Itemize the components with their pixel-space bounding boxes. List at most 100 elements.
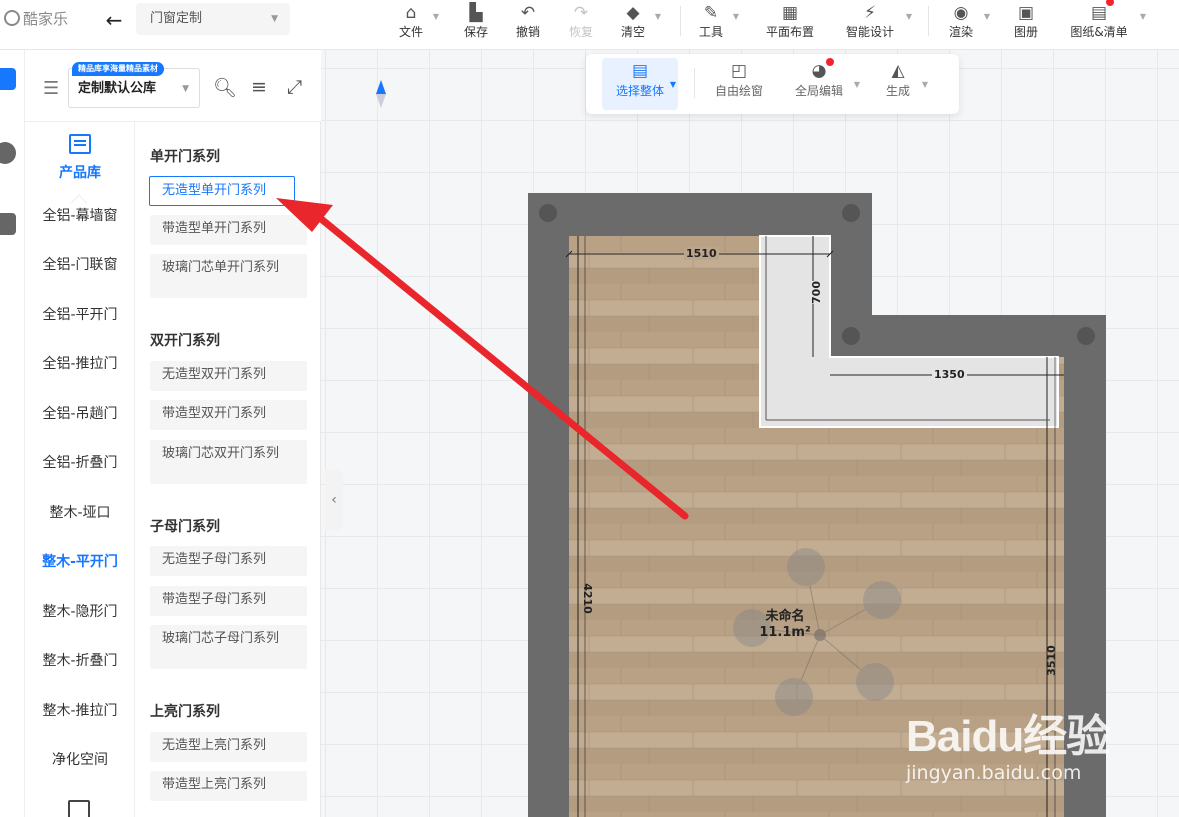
dimension-label[interactable]: 1350 [932,368,967,381]
dimension-label[interactable]: 4210 [581,583,594,614]
series-item-selected[interactable]: 无造型单开门系列 [149,176,295,206]
toolbar-smart-design[interactable]: ⚡ 智能设计 ▼ [840,0,912,46]
dimension-label[interactable]: 3510 [1045,645,1058,676]
top-toolbar: 酷家乐 ← 门窗定制 ▼ ⌂ 文件 ▼ ▙ 保存 ↶ 撤销 ↷ 恢复 ◆ 清空 ▼ ✎ 工具 ▼ ▦… [0,0,1179,50]
category-item[interactable]: 整木-垭口 [25,503,135,523]
category-item[interactable]: 整木-折叠门 [25,651,135,671]
collapse-panel-button[interactable]: ‹ [325,470,343,530]
toolbar-divider [928,6,929,36]
category-item[interactable]: 全铝-幕墙窗 [25,206,135,226]
compass-icon[interactable] [376,80,386,114]
free-draw-window-button[interactable]: ◰ 自由绘窗 [708,58,770,110]
chevron-down-icon: ▼ [983,12,990,21]
chevron-down-icon: ▼ [921,80,928,89]
room-label[interactable]: 未命名 11.1m² [750,609,820,641]
cube-icon[interactable] [0,68,16,90]
series-item[interactable]: 玻璃门芯单开门系列 [150,254,307,298]
toolbar-label: 图纸&清单 [1070,25,1128,39]
series-item[interactable]: 玻璃门芯子母门系列 [150,625,307,669]
chevron-down-icon: ▼ [1139,12,1146,21]
sort-icon[interactable]: ≡ [251,76,267,98]
toolbar-label: 工具 [698,25,723,39]
category-item[interactable]: 全铝-推拉门 [25,354,135,374]
chevron-down-icon: ▼ [905,12,912,21]
camera-icon: ◉ [953,3,969,23]
group-title: 子母门系列 [150,519,220,535]
toolbar-label: 平面布置 [765,25,814,39]
list-menu-icon[interactable]: ☰ [43,78,59,99]
room-area: 11.1m² [759,625,811,640]
app-window: 酷家乐 ← 门窗定制 ▼ ⌂ 文件 ▼ ▙ 保存 ↶ 撤销 ↷ 恢复 ◆ 清空 ▼ ✎ 工具 ▼ ▦… [0,0,1179,817]
category-item[interactable]: 整木-隐形门 [25,602,135,622]
dimension-label[interactable]: 700 [809,281,823,304]
library-select-value: 定制默认公库 [78,81,157,96]
app-logo[interactable]: 酷家乐 [0,8,88,30]
toolbar-divider [694,68,695,98]
image-icon: ▣ [1017,3,1035,23]
notification-dot [826,58,834,66]
dimension-label[interactable]: 1510 [684,247,719,260]
toolbar-undo[interactable]: ↶ 撤销 [512,0,544,46]
canvas-tool-label: 生成 [885,84,910,98]
group-title: 双开门系列 [150,333,220,349]
toolbar-save[interactable]: ▙ 保存 [460,0,492,46]
mode-select[interactable]: 门窗定制 ▼ [136,3,290,35]
toolbar-tools[interactable]: ✎ 工具 ▼ [695,0,739,46]
series-item[interactable]: 无造型双开门系列 [150,361,307,391]
series-list: 单开门系列 无造型单开门系列 带造型单开门系列 玻璃门芯单开门系列 双开门系列 … [136,122,321,817]
toolbar-label: 恢复 [568,25,593,39]
lightning-icon: ⚡ [864,3,876,23]
toolbar-floor-layout[interactable]: ▦ 平面布置 [760,0,820,46]
global-edit-button[interactable]: ◕ 全局编辑 ▼ [788,58,860,110]
user-icon[interactable] [0,142,16,164]
category-item[interactable]: 整木-推拉门 [25,701,135,721]
series-item[interactable]: 无造型上亮门系列 [150,732,307,762]
generate-button[interactable]: ◭ 生成 ▼ [878,58,928,110]
design-canvas[interactable]: ▤ 选择整体 ▼ ◰ 自由绘窗 ◕ 全局编辑 ▼ ◭ 生成 ▼ [321,50,1179,817]
search-icon[interactable]: 🔍︎ [213,76,237,99]
series-item[interactable]: 带造型子母门系列 [150,586,307,616]
category-item[interactable]: 净化空间 [25,750,135,770]
expand-icon[interactable]: ⤢ [287,76,302,98]
toolbar-divider [680,6,681,36]
category-item-active[interactable]: 整木-平开门 [25,552,135,572]
building-icon[interactable] [0,213,16,235]
room-name: 未命名 [765,609,805,624]
chevron-down-icon: ▼ [669,80,676,89]
series-item[interactable]: 带造型上亮门系列 [150,771,307,801]
category-item[interactable]: 全铝-吊趟门 [25,404,135,424]
global-edit-icon: ◕ [811,61,827,81]
panel-header: ☰ 定制默认公库 ▼ 精品库享海量精品素材 🔍︎ ≡ ⤢ [25,50,321,122]
group-title: 上亮门系列 [150,704,220,720]
toolbar-label: 保存 [463,25,488,39]
mode-select-value: 门窗定制 [150,11,203,26]
category-item[interactable]: 全铝-门联窗 [25,255,135,275]
drawing-icon: ▤ [1090,3,1108,23]
series-item[interactable]: 无造型子母门系列 [150,546,307,576]
undo-icon: ↶ [520,3,536,23]
home-icon: ⌂ [405,3,417,23]
toolbar-render[interactable]: ◉ 渲染 ▼ [944,0,990,46]
toolbar-clear[interactable]: ◆ 清空 ▼ [617,0,661,46]
wrench-icon: ✎ [703,3,719,23]
logo-icon [4,10,20,26]
select-whole-button[interactable]: ▤ 选择整体 ▼ [602,58,678,110]
series-item[interactable]: 玻璃门芯双开门系列 [150,440,307,484]
toolbar-album[interactable]: ▣ 图册 [1010,0,1042,46]
back-arrow-icon[interactable]: ← [100,7,128,33]
premium-library-badge[interactable]: 精品库享海量精品素材 [72,62,164,76]
category-item[interactable]: 全铝-折叠门 [25,453,135,473]
window-frame-icon[interactable] [68,800,90,817]
toolbar-file[interactable]: ⌂ 文件 ▼ [395,0,439,46]
left-icon-rail [0,50,25,817]
series-item[interactable]: 带造型单开门系列 [150,215,307,245]
canvas-tool-label: 全局编辑 [794,84,843,98]
chevron-down-icon: ▼ [182,84,189,94]
tab-label: 产品库 [59,165,101,181]
toolbar-drawings-list[interactable]: ▤ 图纸&清单 ▼ [1064,0,1146,46]
series-item[interactable]: 带造型双开门系列 [150,400,307,430]
category-item[interactable]: 全铝-平开门 [25,305,135,325]
toolbar-redo[interactable]: ↷ 恢复 [565,0,597,46]
tab-product-library[interactable]: 产品库 [25,122,135,212]
toolbar-label: 撤销 [515,25,540,39]
